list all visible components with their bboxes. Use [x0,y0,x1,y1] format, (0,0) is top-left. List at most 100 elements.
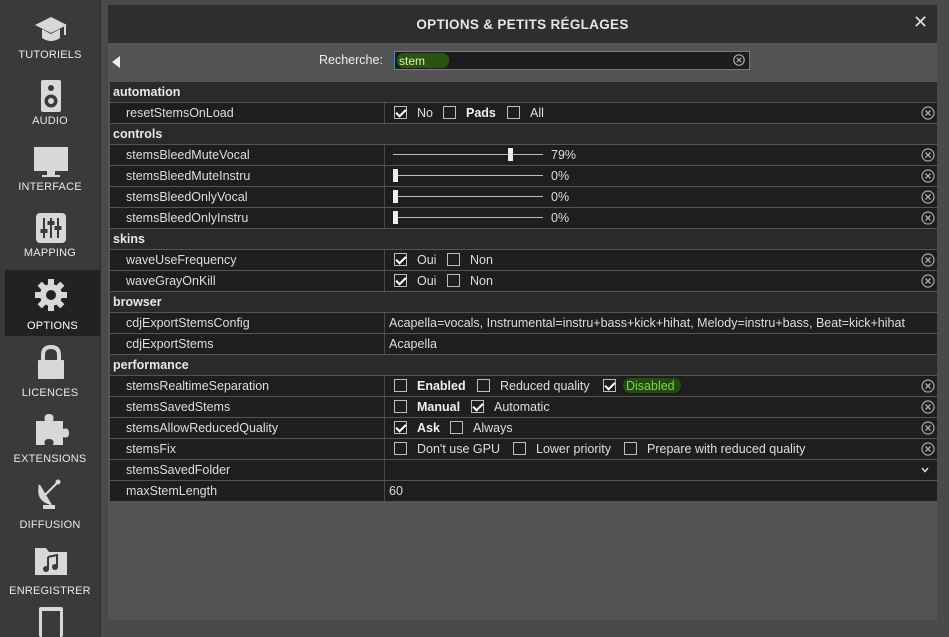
checkbox-oui[interactable] [394,274,407,287]
option-name: stemsBleedOnlyInstru [126,211,249,225]
sidebar-item-audio[interactable]: AUDIO [0,66,100,132]
search-bar: Recherche: stem [108,43,937,83]
graduation-cap-icon [35,17,67,41]
checkbox-oui[interactable] [394,253,407,266]
chevron-down-icon[interactable] [921,466,929,474]
checkbox-no[interactable] [394,106,407,119]
checkbox-dont-use-gpu[interactable] [394,442,407,455]
option-name: maxStemLength [126,484,218,498]
sidebar-item-extensions[interactable]: EXTENSIONS [0,403,100,469]
reset-icon[interactable] [921,211,935,225]
checkbox-manual[interactable] [394,400,407,413]
checkbox-lower-priority[interactable] [513,442,526,455]
slider-value: 79% [551,148,577,162]
reset-icon[interactable] [921,421,935,435]
slider-track[interactable] [393,154,543,155]
folder-dropdown[interactable] [389,460,929,480]
sidebar-item-label: ENREGISTRER [9,585,91,597]
checkbox-non[interactable] [447,274,460,287]
option-value: 0% [389,208,639,228]
sidebar-item-label: EXTENSIONS [13,453,87,465]
option-label: Prepare with reduced quality [647,442,806,456]
checkbox-enabled[interactable] [394,379,407,392]
table-row: stemsAllowReducedQuality Ask Always [110,418,937,439]
satellite-dish-icon [38,479,61,509]
reset-icon[interactable] [921,148,935,162]
sidebar-item-interface[interactable]: INTERFACE [0,132,100,198]
slider-knob[interactable] [507,148,513,161]
checkbox-ask[interactable] [394,421,407,434]
reset-icon[interactable] [921,190,935,204]
slider-knob[interactable] [393,169,398,182]
sidebar-item-options[interactable]: OPTIONS [5,270,100,336]
option-value: 0% [389,187,639,207]
search-input[interactable]: stem [394,51,750,70]
group-label: browser [113,295,162,309]
checkbox-automatic[interactable] [471,400,484,413]
option-label: Non [470,274,493,288]
text-value: 60 [389,484,403,498]
sidebar-item-label: INTERFACE [18,181,82,193]
option-name: cdjExportStemsConfig [126,316,250,330]
clear-search-icon[interactable] [733,54,745,66]
back-arrow-icon[interactable] [112,56,120,68]
reset-icon[interactable] [921,253,935,267]
text-value: Acapella=vocals, Instrumental=instru+bas… [389,316,905,330]
reset-icon[interactable] [921,274,935,288]
slider-track[interactable] [393,217,543,218]
group-header-performance: performance [110,355,937,376]
slider-track[interactable] [393,175,543,176]
option-label: Lower priority [536,442,612,456]
music-folder-icon [35,548,67,575]
option-label: Oui [417,253,437,267]
checkbox-reduced-quality[interactable] [477,379,490,392]
option-name: stemsBleedMuteVocal [126,148,250,162]
slider-knob[interactable] [393,190,398,203]
checkbox-pads[interactable] [443,106,456,119]
slider-knob[interactable] [393,211,398,224]
sidebar-item-tutoriels[interactable]: TUTORIELS [0,0,100,66]
reset-icon[interactable] [921,442,935,456]
options-dialog: OPTIONS & PETITS RÉGLAGES ✕ Recherche: s… [108,5,937,620]
group-header-automation: automation [110,82,937,103]
sidebar-item-label: MAPPING [23,247,77,259]
close-icon[interactable]: ✕ [913,13,928,31]
table-row: resetStemsOnLoad No Pads All [110,103,937,124]
reset-icon[interactable] [921,106,935,120]
table-row: stemsBleedOnlyVocal 0% [110,187,937,208]
table-row: stemsFix Don't use GPU Lower priority Pr… [110,439,937,460]
reset-icon[interactable] [921,400,935,414]
tablet-icon[interactable] [38,606,64,637]
sidebar-item-diffusion[interactable]: DIFFUSION [0,469,100,535]
sidebar-item-label: LICENCES [21,387,79,399]
checkbox-all[interactable] [507,106,520,119]
dialog-title: OPTIONS & PETITS RÉGLAGES [416,17,629,32]
reset-icon[interactable] [921,379,935,393]
table-row: stemsSavedFolder [110,460,937,481]
sidebar-item-label: AUDIO [32,115,68,127]
group-header-controls: controls [110,124,937,145]
sidebar-item-label: DIFFUSION [19,519,81,531]
sidebar-item-enregistrer[interactable]: ENREGISTRER [0,535,100,601]
checkbox-non[interactable] [447,253,460,266]
checkbox-disabled[interactable] [603,379,616,392]
option-name: stemsBleedOnlyVocal [126,190,248,204]
checkbox-always[interactable] [450,421,463,434]
sidebar-item-mapping[interactable]: MAPPING [0,198,100,264]
option-label: Non [470,253,493,267]
table-row: cdjExportStemsConfig Acapella=vocals, In… [110,313,937,334]
checkbox-prepare-reduced[interactable] [624,442,637,455]
group-label: skins [113,232,145,246]
right-edge-strip [940,40,949,480]
sidebar-item-label: TUTORIELS [18,49,82,61]
slider-value: 0% [551,169,570,183]
option-label: No [417,106,433,120]
sidebar-item-licences[interactable]: LICENCES [0,337,100,403]
table-row: waveUseFrequency Oui Non [110,250,937,271]
table-row: cdjExportStems Acapella [110,334,937,355]
option-label: Oui [417,274,437,288]
reset-icon[interactable] [921,169,935,183]
option-name: resetStemsOnLoad [126,106,234,120]
slider-track[interactable] [393,196,543,197]
monitor-icon [34,147,68,177]
